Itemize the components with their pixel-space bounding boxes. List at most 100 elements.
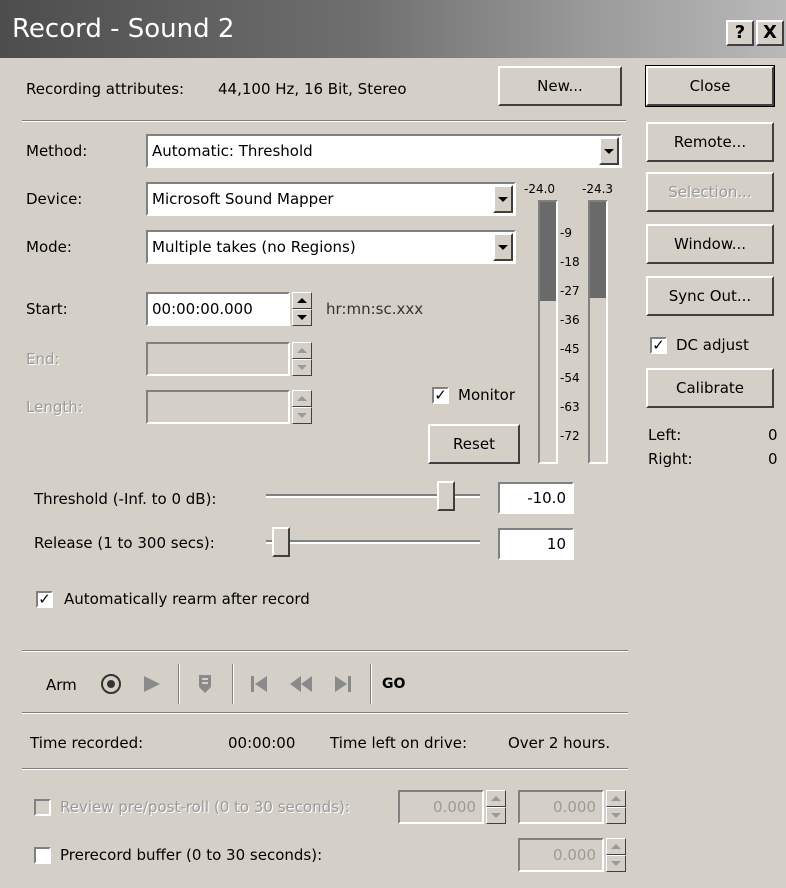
method-select[interactable]: Automatic: Threshold (146, 134, 622, 168)
spin-up-icon[interactable] (606, 790, 626, 807)
go-to-end-icon[interactable] (328, 670, 358, 698)
review-post-spinner[interactable] (606, 790, 626, 824)
left-level-fill (540, 202, 556, 301)
mode-label: Mode: (26, 238, 72, 256)
go-to-start-icon[interactable] (244, 670, 274, 698)
time-recorded-value: 00:00:00 (228, 734, 296, 752)
separator (22, 120, 626, 122)
check-icon: ✓ (434, 386, 447, 404)
method-dropdown-arrow[interactable] (599, 137, 619, 165)
device-label: Device: (26, 190, 83, 208)
right-peak-value: -24.3 (582, 182, 614, 196)
threshold-input[interactable]: -10.0 (498, 482, 574, 514)
close-button[interactable]: Close (645, 65, 775, 107)
spin-down-icon[interactable] (486, 807, 506, 824)
end-input[interactable] (146, 342, 290, 376)
arm-label[interactable]: Arm (46, 676, 77, 694)
review-pre-input[interactable]: 0.000 (398, 790, 484, 824)
start-unit-label: hr:mn:sc.xxx (326, 300, 424, 318)
level-scale-tick: -54 (560, 371, 580, 385)
threshold-slider-thumb[interactable] (437, 481, 455, 511)
left-peak-value: -24.0 (524, 182, 556, 196)
right-level-meter (588, 200, 608, 464)
selection-button[interactable]: Selection... (646, 172, 774, 212)
left-level-meter (538, 200, 558, 464)
check-icon: ✓ (652, 336, 665, 354)
record-dialog: Record - Sound 2 ? X Recording attribute… (0, 0, 786, 888)
level-scale-tick: -72 (560, 429, 580, 443)
length-spinner[interactable] (292, 390, 312, 424)
release-input[interactable]: 10 (498, 528, 574, 560)
release-slider-thumb[interactable] (272, 527, 290, 557)
close-window-button[interactable]: X (756, 20, 784, 46)
left-level-value: 0 (768, 426, 778, 444)
prerecord-spinner[interactable] (606, 838, 626, 872)
chevron-down-icon (498, 244, 508, 250)
chevron-down-icon (498, 196, 508, 202)
separator (22, 712, 628, 714)
sync-out-button[interactable]: Sync Out... (646, 276, 774, 316)
device-dropdown-arrow[interactable] (493, 185, 513, 213)
level-scale-tick: -45 (560, 342, 580, 356)
auto-rearm-checkbox[interactable]: ✓ (36, 591, 53, 608)
right-level-value: 0 (768, 450, 778, 468)
length-input[interactable] (146, 390, 290, 424)
monitor-checkbox[interactable]: ✓ (432, 387, 449, 404)
level-scale-tick: -9 (560, 226, 572, 240)
review-pre-spinner[interactable] (486, 790, 506, 824)
spin-down-icon[interactable] (606, 807, 626, 824)
prerecord-checkbox[interactable] (34, 847, 51, 864)
time-left-label: Time left on drive: (330, 734, 468, 752)
spin-down-icon[interactable] (292, 407, 312, 424)
recording-attributes-value: 44,100 Hz, 16 Bit, Stereo (218, 80, 407, 98)
mode-select[interactable]: Multiple takes (no Regions) (146, 230, 516, 264)
spin-up-icon[interactable] (486, 790, 506, 807)
release-label: Release (1 to 300 secs): (34, 534, 215, 552)
go-button[interactable]: GO (382, 676, 405, 692)
play-icon[interactable] (136, 670, 166, 698)
review-post-input[interactable]: 0.000 (518, 790, 604, 824)
review-label: Review pre/post-roll (0 to 30 seconds): (60, 798, 350, 816)
spin-up-icon[interactable] (292, 390, 312, 407)
time-recorded-label: Time recorded: (30, 734, 144, 752)
dc-adjust-checkbox[interactable]: ✓ (650, 337, 667, 354)
right-level-fill (590, 202, 606, 298)
end-spinner[interactable] (292, 342, 312, 376)
level-scale-tick: -36 (560, 313, 580, 327)
level-scale-tick: -63 (560, 400, 580, 414)
release-slider-track[interactable] (266, 540, 480, 544)
prerecord-label: Prerecord buffer (0 to 30 seconds): (60, 846, 323, 864)
review-checkbox[interactable] (34, 799, 51, 816)
help-button[interactable]: ? (726, 20, 754, 46)
monitor-label: Monitor (458, 386, 516, 404)
mode-value: Multiple takes (no Regions) (152, 238, 356, 256)
device-select[interactable]: Microsoft Sound Mapper (146, 182, 516, 216)
spin-down-icon[interactable] (292, 309, 312, 326)
title-bar[interactable]: Record - Sound 2 ? X (0, 0, 786, 58)
length-label: Length: (26, 398, 83, 416)
prerecord-input[interactable]: 0.000 (518, 838, 604, 872)
calibrate-button[interactable]: Calibrate (646, 368, 774, 408)
rewind-icon[interactable] (286, 670, 316, 698)
check-icon: ✓ (38, 590, 51, 608)
separator (22, 650, 628, 652)
new-button[interactable]: New... (498, 66, 622, 106)
start-spinner[interactable] (292, 292, 312, 326)
reset-button[interactable]: Reset (428, 424, 520, 464)
method-value: Automatic: Threshold (152, 142, 313, 160)
toolbar-separator (370, 664, 372, 704)
spin-up-icon[interactable] (292, 292, 312, 309)
right-level-label: Right: (648, 450, 693, 468)
mode-dropdown-arrow[interactable] (493, 233, 513, 261)
window-button[interactable]: Window... (646, 224, 774, 264)
remote-button[interactable]: Remote... (646, 122, 774, 162)
spin-down-icon[interactable] (292, 359, 312, 376)
spin-down-icon[interactable] (606, 855, 626, 872)
start-input[interactable]: 00:00:00.000 (146, 292, 290, 326)
level-scale-tick: -18 (560, 255, 580, 269)
separator (22, 768, 628, 770)
spin-up-icon[interactable] (292, 342, 312, 359)
spin-up-icon[interactable] (606, 838, 626, 855)
marker-icon[interactable] (190, 670, 220, 698)
record-icon[interactable] (96, 670, 126, 698)
